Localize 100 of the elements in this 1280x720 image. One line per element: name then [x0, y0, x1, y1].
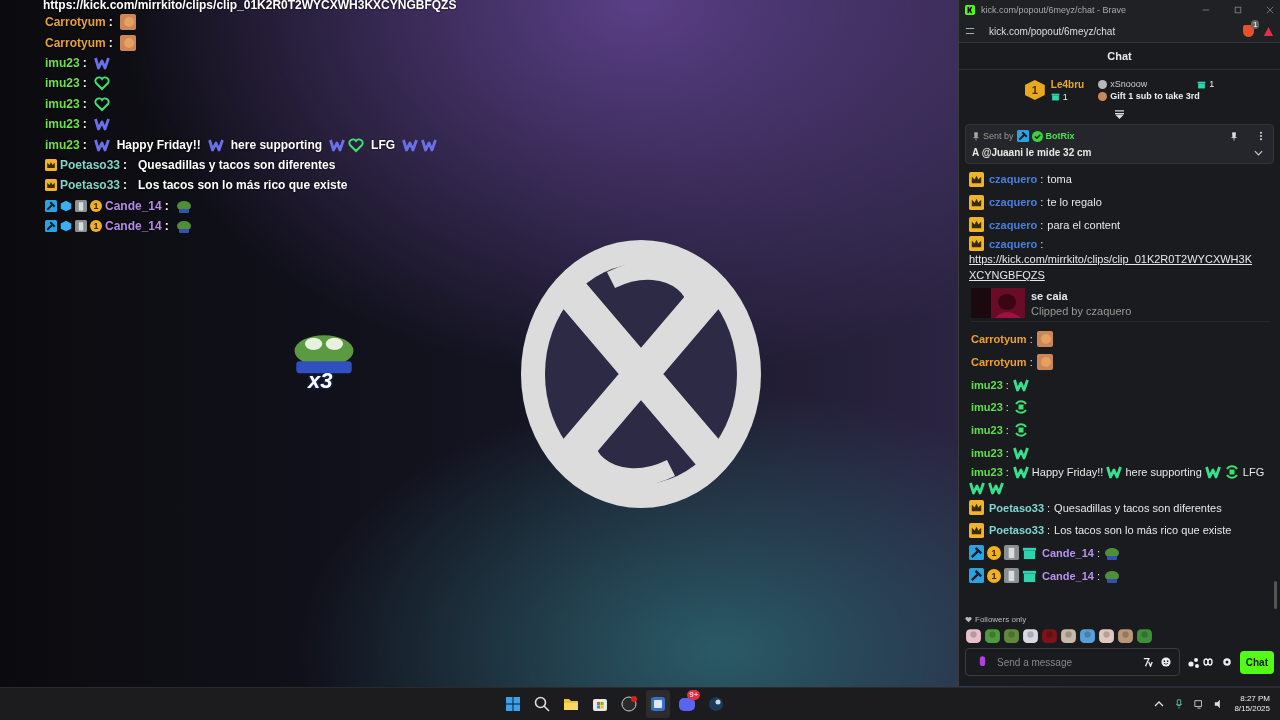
game-store-icon[interactable]	[708, 696, 725, 712]
colon: :	[1040, 218, 1044, 231]
record-app-icon[interactable]	[621, 696, 638, 712]
pinned-text: A @Juaani le mide 32 cm	[972, 147, 1092, 158]
username[interactable]: Cande_14	[1042, 569, 1094, 582]
colon: :	[1040, 173, 1044, 186]
hammer-badge-icon	[969, 568, 984, 584]
verified-icon	[1031, 130, 1043, 142]
emoji-icon[interactable]	[1160, 657, 1171, 667]
followers-only-label: Followers only	[975, 615, 1027, 624]
microphone-icon[interactable]	[1174, 699, 1185, 709]
figure-badge-icon	[1004, 545, 1019, 561]
gift-count: 1	[1062, 91, 1068, 102]
username[interactable]: czaquero	[989, 196, 1038, 209]
start-icon[interactable]	[505, 696, 522, 712]
more-icon[interactable]	[1259, 131, 1263, 141]
ring-emote-icon	[1223, 464, 1240, 481]
rank-badge: 1	[1024, 80, 1045, 100]
username[interactable]: Cande_14	[1042, 546, 1094, 559]
message-text: toma	[1047, 173, 1072, 186]
crown-badge-icon	[969, 500, 984, 516]
emote-icon[interactable]	[1079, 626, 1096, 644]
message-text: LFG	[1242, 466, 1265, 479]
username[interactable]: czaquero	[989, 173, 1038, 186]
message-text: here supporting	[230, 137, 323, 152]
crown-badge-icon	[969, 236, 984, 252]
username[interactable]: imu23	[971, 378, 1003, 391]
pin-icon	[972, 131, 980, 141]
username: Carrotyum	[45, 35, 106, 50]
unpin-icon[interactable]	[1230, 131, 1238, 141]
chat-app-icon[interactable]	[679, 697, 696, 711]
colon: :	[82, 55, 87, 70]
username[interactable]: imu23	[971, 424, 1003, 437]
heart-icon	[348, 136, 365, 153]
scrollbar-thumb[interactable]	[1274, 581, 1277, 609]
clock-date[interactable]: 8/15/2025	[1234, 704, 1270, 714]
message-text: here supporting	[1125, 466, 1202, 479]
gift-icon	[1022, 545, 1037, 561]
collapse-icon[interactable]	[1114, 110, 1125, 119]
colon: :	[164, 219, 169, 234]
emote-icon[interactable]	[1060, 626, 1077, 644]
message-composer[interactable]: Send a message	[965, 648, 1180, 676]
photo-emote-icon	[119, 14, 136, 31]
chat-button[interactable]: Chat	[1239, 650, 1274, 674]
username[interactable]: Carrotyum	[971, 356, 1027, 369]
emote-icon[interactable]	[1022, 626, 1039, 644]
close-icon[interactable]	[1266, 6, 1274, 14]
username[interactable]: Poetaso33	[989, 501, 1045, 514]
url-text: https://kick.com/mirrkito/clips/clip_01K2R0T2WYCXWH3KXCYNGBFQZS	[43, 0, 457, 12]
app-icon[interactable]	[650, 696, 667, 712]
heart-icon	[965, 616, 972, 623]
colon: :	[82, 96, 87, 111]
clock-time[interactable]: 8:27 PM	[1240, 694, 1270, 704]
heart-icon	[93, 95, 110, 112]
username: Cande_14	[105, 198, 162, 213]
shield-icon[interactable]	[1243, 25, 1254, 37]
chevron-down-icon[interactable]	[1254, 149, 1263, 156]
ring-emote-icon	[1012, 399, 1029, 416]
emote-icon[interactable]	[1117, 626, 1134, 644]
gift-icon	[1022, 568, 1037, 584]
chevron-up-icon[interactable]	[1154, 699, 1165, 709]
message-text: Happy Friday!!	[116, 137, 201, 152]
username[interactable]: czaquero	[989, 237, 1038, 250]
network-icon[interactable]	[1194, 699, 1205, 709]
hammer-badge-icon	[45, 199, 57, 212]
leader-hint: Gift 1 sub to take 3rd	[1110, 91, 1200, 101]
username[interactable]: imu23	[971, 401, 1003, 414]
message-text: Los tacos son lo más rico que existe	[138, 178, 348, 193]
emote-icon[interactable]	[1098, 626, 1115, 644]
address-bar[interactable]: kick.com/popout/6meyz/chat	[983, 25, 1235, 37]
colon: :	[1040, 237, 1044, 250]
search-icon[interactable]	[534, 696, 551, 712]
emote-icon[interactable]	[984, 626, 1001, 644]
bot-name: BotRix	[1045, 131, 1075, 141]
username[interactable]: imu23	[971, 446, 1003, 459]
folder-icon[interactable]	[563, 696, 580, 712]
maximize-icon[interactable]	[1234, 6, 1242, 14]
store-icon[interactable]	[592, 696, 609, 712]
username[interactable]: Poetaso33	[989, 524, 1045, 537]
message-text: Quesadillas y tacos son diferentes	[138, 157, 336, 172]
translate-icon[interactable]	[1142, 657, 1153, 667]
points-icon[interactable]	[1187, 656, 1214, 668]
colon: :	[1005, 401, 1009, 414]
message-link[interactable]: https://kick.com/mirrkito/clips/clip_01K2R0T2WYCXWH3KXCYNGBFQZS	[969, 251, 1259, 284]
triangle-icon[interactable]	[1263, 25, 1274, 37]
colon: :	[1040, 196, 1044, 209]
message-text: te lo regalo	[1047, 196, 1102, 209]
message-text: Happy Friday!!	[1031, 466, 1104, 479]
microphone-icon[interactable]	[978, 655, 987, 669]
chat-header: Chat	[959, 43, 1280, 70]
username[interactable]: czaquero	[989, 218, 1038, 231]
emote-icon[interactable]	[965, 626, 982, 644]
username[interactable]: imu23	[971, 466, 1003, 479]
message-input[interactable]: Send a message	[995, 655, 1135, 669]
username: Poetaso33	[60, 178, 121, 193]
site-settings-icon[interactable]	[965, 26, 975, 36]
username[interactable]: Carrotyum	[971, 333, 1027, 346]
settings-icon[interactable]	[1221, 657, 1232, 667]
coin-badge: 1	[90, 199, 102, 212]
clip-card[interactable]: se caia Clipped by czaquero	[971, 285, 1270, 323]
